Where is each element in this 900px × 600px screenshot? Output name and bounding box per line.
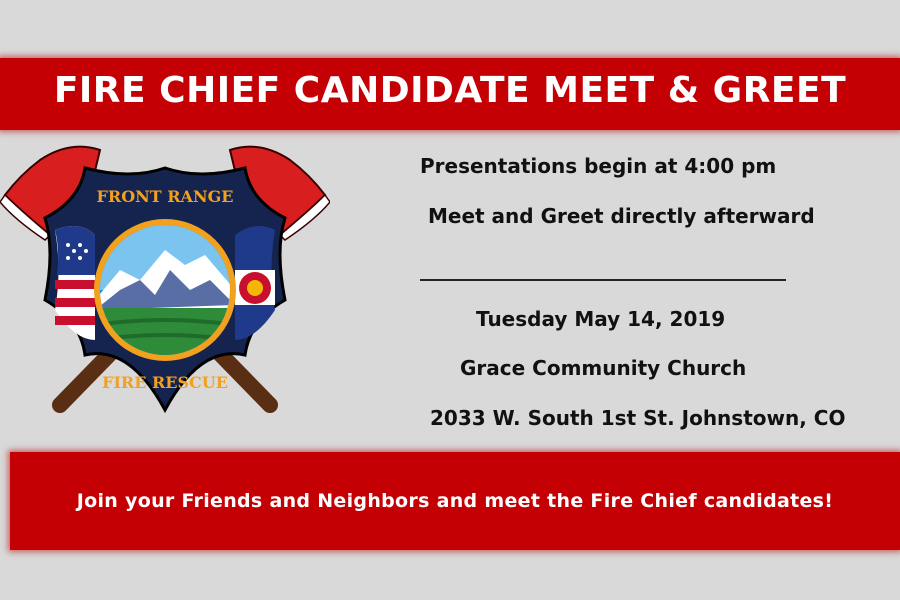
event-date: Tuesday May 14, 2019 [476, 307, 726, 331]
colorado-flag-icon [235, 226, 275, 340]
us-flag-icon [55, 226, 95, 340]
presentations-time: Presentations begin at 4:00 pm [420, 154, 777, 178]
event-venue: Grace Community Church [460, 356, 747, 380]
page-title: FIRE CHIEF CANDIDATE MEET & GREET [53, 70, 847, 111]
footer-tagline: Join your Friends and Neighbors and meet… [76, 490, 834, 512]
event-address: 2033 W. South 1st St. Johnstown, CO [430, 406, 846, 430]
footer-banner: Join your Friends and Neighbors and meet… [10, 452, 900, 550]
logo-bottom-text: FIRE RESCUE [102, 373, 228, 392]
meet-greet-note: Meet and Greet directly afterward [428, 204, 815, 228]
title-banner: FIRE CHIEF CANDIDATE MEET & GREET [0, 58, 900, 130]
logo-top-text: FRONT RANGE [97, 187, 234, 206]
divider [420, 279, 786, 281]
fire-rescue-logo: FRONT RANGE FIRE RESCUE [0, 145, 330, 414]
